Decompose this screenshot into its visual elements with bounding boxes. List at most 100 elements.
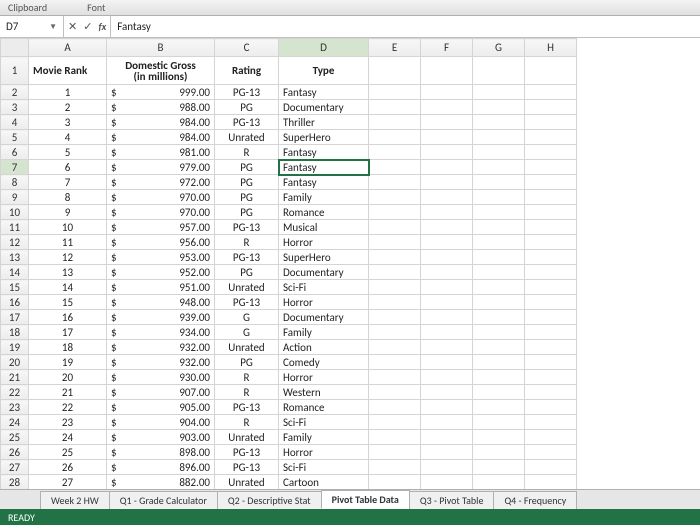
row-header[interactable]: 8 <box>1 175 29 190</box>
cell[interactable]: Sci-Fi <box>279 460 369 475</box>
row-header[interactable]: 16 <box>1 295 29 310</box>
row-header[interactable]: 24 <box>1 415 29 430</box>
cell[interactable]: $948.00 <box>107 295 215 310</box>
cell[interactable]: Comedy <box>279 355 369 370</box>
cell[interactable] <box>473 400 525 415</box>
cell[interactable]: Horror <box>279 370 369 385</box>
cell[interactable]: Action <box>279 340 369 355</box>
cell[interactable] <box>421 475 473 490</box>
cell[interactable] <box>421 310 473 325</box>
cell[interactable]: PG-13 <box>215 295 279 310</box>
cell[interactable]: PG <box>215 100 279 115</box>
active-cell[interactable]: Fantasy <box>279 160 369 175</box>
cell[interactable] <box>473 340 525 355</box>
cell[interactable] <box>473 445 525 460</box>
row-header[interactable]: 6 <box>1 145 29 160</box>
cell[interactable]: $932.00 <box>107 340 215 355</box>
row-header[interactable]: 2 <box>1 85 29 100</box>
row-header[interactable]: 18 <box>1 325 29 340</box>
cell[interactable]: 6 <box>29 160 107 175</box>
cell[interactable]: $956.00 <box>107 235 215 250</box>
cell[interactable]: 2 <box>29 100 107 115</box>
cell[interactable] <box>369 175 421 190</box>
cell[interactable]: R <box>215 145 279 160</box>
cell[interactable] <box>473 355 525 370</box>
cell[interactable]: Horror <box>279 445 369 460</box>
cell[interactable]: 27 <box>29 475 107 490</box>
cell[interactable] <box>421 415 473 430</box>
column-header-C[interactable]: C <box>215 39 279 57</box>
cell[interactable] <box>369 280 421 295</box>
column-header-G[interactable]: G <box>473 39 525 57</box>
cell[interactable] <box>421 205 473 220</box>
column-header-A[interactable]: A <box>29 39 107 57</box>
cell[interactable] <box>525 57 577 85</box>
cell[interactable] <box>369 340 421 355</box>
row-header[interactable]: 23 <box>1 400 29 415</box>
cell[interactable]: $904.00 <box>107 415 215 430</box>
cell[interactable] <box>421 280 473 295</box>
cell[interactable] <box>525 430 577 445</box>
cell[interactable]: 11 <box>29 235 107 250</box>
cell[interactable] <box>369 325 421 340</box>
cell[interactable] <box>525 130 577 145</box>
cell[interactable]: Documentary <box>279 100 369 115</box>
cell[interactable]: Documentary <box>279 265 369 280</box>
row-header[interactable]: 7 <box>1 160 29 175</box>
row-header[interactable]: 21 <box>1 370 29 385</box>
cell[interactable] <box>369 57 421 85</box>
cell[interactable] <box>421 445 473 460</box>
cell[interactable]: $898.00 <box>107 445 215 460</box>
cell[interactable] <box>473 57 525 85</box>
cell[interactable] <box>525 385 577 400</box>
cell[interactable]: 3 <box>29 115 107 130</box>
cell[interactable] <box>473 415 525 430</box>
cell[interactable]: $930.00 <box>107 370 215 385</box>
row-header[interactable]: 1 <box>1 57 29 85</box>
column-header-H[interactable]: H <box>525 39 577 57</box>
cell[interactable] <box>525 475 577 490</box>
cell[interactable] <box>525 280 577 295</box>
cell[interactable]: $957.00 <box>107 220 215 235</box>
cell[interactable] <box>421 145 473 160</box>
header-movie-rank[interactable]: Movie Rank <box>29 57 107 85</box>
cell[interactable] <box>525 190 577 205</box>
cell[interactable]: Romance <box>279 205 369 220</box>
cell[interactable] <box>525 145 577 160</box>
cell[interactable]: 13 <box>29 265 107 280</box>
select-all-corner[interactable] <box>1 39 29 57</box>
formula-bar[interactable]: Fantasy <box>111 16 700 37</box>
sheet-tab[interactable]: Pivot Table Data <box>321 490 410 509</box>
cell[interactable]: 14 <box>29 280 107 295</box>
cell[interactable]: $905.00 <box>107 400 215 415</box>
cell[interactable]: 17 <box>29 325 107 340</box>
cell[interactable] <box>473 220 525 235</box>
cell[interactable]: G <box>215 310 279 325</box>
cell[interactable]: $984.00 <box>107 115 215 130</box>
cell[interactable]: 8 <box>29 190 107 205</box>
cell[interactable]: $896.00 <box>107 460 215 475</box>
cell[interactable]: Family <box>279 430 369 445</box>
cell[interactable] <box>525 295 577 310</box>
column-header-B[interactable]: B <box>107 39 215 57</box>
cell[interactable]: Unrated <box>215 475 279 490</box>
cell[interactable] <box>525 235 577 250</box>
cell[interactable]: Cartoon <box>279 475 369 490</box>
cell[interactable] <box>369 415 421 430</box>
cell[interactable]: PG-13 <box>215 400 279 415</box>
cell[interactable]: PG <box>215 160 279 175</box>
cell[interactable]: Western <box>279 385 369 400</box>
cell[interactable] <box>473 130 525 145</box>
cell[interactable] <box>421 460 473 475</box>
cell[interactable] <box>473 100 525 115</box>
cell[interactable]: 22 <box>29 400 107 415</box>
column-header-F[interactable]: F <box>421 39 473 57</box>
cell[interactable]: PG-13 <box>215 115 279 130</box>
row-header[interactable]: 13 <box>1 250 29 265</box>
cell[interactable] <box>473 460 525 475</box>
cell[interactable]: 21 <box>29 385 107 400</box>
cell[interactable]: 23 <box>29 415 107 430</box>
cell[interactable] <box>421 325 473 340</box>
cell[interactable]: $953.00 <box>107 250 215 265</box>
cell[interactable] <box>421 190 473 205</box>
